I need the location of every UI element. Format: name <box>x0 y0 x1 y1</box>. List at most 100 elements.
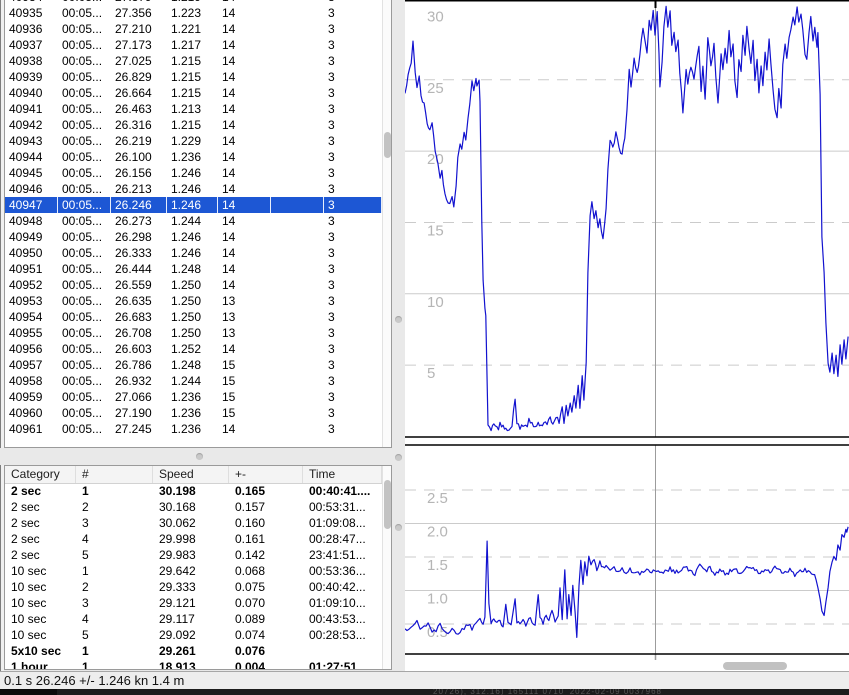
splitter-handle-icon[interactable] <box>395 316 402 323</box>
track-cell: 00:05... <box>58 421 111 437</box>
splitter-handle-icon[interactable] <box>395 454 402 461</box>
track-cell: 40957 <box>5 357 58 373</box>
track-row[interactable]: 4093600:05...27.2101.221143 <box>5 21 382 37</box>
results-cell: 00:53:36... <box>303 563 382 579</box>
track-cell <box>271 101 324 117</box>
results-cell: 18.913 <box>153 659 229 670</box>
results-header--[interactable]: # <box>76 466 153 483</box>
track-cell <box>271 261 324 277</box>
results-row[interactable]: 10 sec129.6420.06800:53:36... <box>5 563 382 579</box>
results-table-scrollbar-thumb[interactable] <box>384 480 391 529</box>
track-row[interactable]: 4094900:05...26.2981.246143 <box>5 229 382 245</box>
track-row[interactable]: 4094300:05...26.2191.229143 <box>5 133 382 149</box>
track-cell: 13 <box>218 309 271 325</box>
results-header-speed[interactable]: Speed <box>153 466 229 483</box>
track-row[interactable]: 4095000:05...26.3331.246143 <box>5 245 382 261</box>
results-row[interactable]: 10 sec429.1170.08900:43:53... <box>5 611 382 627</box>
track-cell: 00:05... <box>58 149 111 165</box>
track-row[interactable]: 4094000:05...26.6641.215143 <box>5 85 382 101</box>
track-cell: 27.025 <box>111 53 167 69</box>
track-row[interactable]: 4093700:05...27.1731.217143 <box>5 37 382 53</box>
track-row[interactable]: 4096000:05...27.1901.236153 <box>5 405 382 421</box>
results-header-time[interactable]: Time <box>303 466 382 483</box>
chart-horizontal-scrollbar-thumb[interactable] <box>723 662 787 670</box>
track-cell: 40943 <box>5 133 58 149</box>
results-cell: 2 sec <box>5 547 76 563</box>
error-chart[interactable]: 2.52.01.51.00.5 <box>405 444 849 671</box>
track-cell: 40952 <box>5 277 58 293</box>
results-cell: 2 sec <box>5 483 76 499</box>
track-row[interactable]: 4095400:05...26.6831.250133 <box>5 309 382 325</box>
vertical-splitter[interactable] <box>392 0 405 671</box>
track-cell: 14 <box>218 117 271 133</box>
track-row[interactable]: 4094600:05...26.2131.246143 <box>5 181 382 197</box>
track-row[interactable]: 4095100:05...26.4441.248143 <box>5 261 382 277</box>
track-row[interactable]: 4095300:05...26.6351.250133 <box>5 293 382 309</box>
track-row[interactable]: 4096100:05...27.2451.236143 <box>5 421 382 437</box>
track-row[interactable]: 4093500:05...27.3561.223143 <box>5 5 382 21</box>
track-cell: 14 <box>218 197 271 213</box>
track-row[interactable]: 4093800:05...27.0251.215143 <box>5 53 382 69</box>
track-points-table: 4093400:05...27.3791.2191434093500:05...… <box>4 0 392 448</box>
results-cell: 29.333 <box>153 579 229 595</box>
track-cell: 00:05... <box>58 341 111 357</box>
track-cell: 3 <box>324 5 382 21</box>
track-cell: 14 <box>218 133 271 149</box>
track-row[interactable]: 4095600:05...26.6031.252143 <box>5 341 382 357</box>
track-cell: 3 <box>324 229 382 245</box>
track-cell: 3 <box>324 149 382 165</box>
track-row[interactable]: 4094500:05...26.1561.246143 <box>5 165 382 181</box>
results-row[interactable]: 2 sec429.9980.16100:28:47... <box>5 531 382 547</box>
results-cell: 1 <box>76 643 153 659</box>
track-row[interactable]: 4094400:05...26.1001.236143 <box>5 149 382 165</box>
track-cell: 00:05... <box>58 261 111 277</box>
track-cell: 40944 <box>5 149 58 165</box>
results-header--[interactable]: +- <box>229 466 303 483</box>
speed-chart[interactable]: 30252015105 <box>405 0 849 444</box>
track-row[interactable]: 4093900:05...26.8291.215143 <box>5 69 382 85</box>
results-row[interactable]: 10 sec529.0920.07400:28:53... <box>5 627 382 643</box>
results-row[interactable]: 2 sec330.0620.16001:09:08... <box>5 515 382 531</box>
splitter-handle-icon[interactable] <box>196 453 203 460</box>
track-row-selected[interactable]: 4094700:05...26.2461.246143 <box>5 197 382 213</box>
track-cell <box>271 117 324 133</box>
track-row[interactable]: 4094100:05...26.4631.213143 <box>5 101 382 117</box>
track-row[interactable]: 4094200:05...26.3161.215143 <box>5 117 382 133</box>
results-row[interactable]: 10 sec329.1210.07001:09:10... <box>5 595 382 611</box>
track-cell: 27.066 <box>111 389 167 405</box>
track-cell: 26.213 <box>111 181 167 197</box>
results-row[interactable]: 1 hour118.9130.00401:27:51.... <box>5 659 382 670</box>
track-row[interactable]: 4094800:05...26.2731.244143 <box>5 213 382 229</box>
track-cell: 13 <box>218 325 271 341</box>
track-cell: 00:05... <box>58 213 111 229</box>
track-row[interactable]: 4095800:05...26.9321.244153 <box>5 373 382 389</box>
track-cell: 1.221 <box>167 21 218 37</box>
track-row[interactable]: 4095700:05...26.7861.248153 <box>5 357 382 373</box>
track-cell: 1.244 <box>167 213 218 229</box>
splitter-handle-icon[interactable] <box>395 524 402 531</box>
track-row[interactable]: 4095900:05...27.0661.236153 <box>5 389 382 405</box>
results-row[interactable]: 5x10 sec129.2610.076 <box>5 643 382 659</box>
track-cell: 27.210 <box>111 21 167 37</box>
track-cell: 00:05... <box>58 389 111 405</box>
results-row[interactable]: 2 sec130.1980.16500:40:41.... <box>5 483 382 499</box>
track-table-scrollbar-thumb[interactable] <box>384 132 391 158</box>
results-row[interactable]: 2 sec529.9830.14223:41:51... <box>5 547 382 563</box>
results-row[interactable]: 2 sec230.1680.15700:53:31... <box>5 499 382 515</box>
track-row[interactable]: 4095500:05...26.7081.250133 <box>5 325 382 341</box>
results-table-scrollbar[interactable] <box>382 466 391 669</box>
results-row[interactable]: 10 sec229.3330.07500:40:42... <box>5 579 382 595</box>
track-cell: 14 <box>218 341 271 357</box>
track-cell: 3 <box>324 213 382 229</box>
track-cell: 1.244 <box>167 373 218 389</box>
track-cell: 3 <box>324 261 382 277</box>
track-cell: 00:05... <box>58 37 111 53</box>
horizontal-splitter[interactable] <box>0 448 405 465</box>
track-row[interactable]: 4095200:05...26.5591.250143 <box>5 277 382 293</box>
track-cell: 00:05... <box>58 69 111 85</box>
results-header-category[interactable]: Category <box>5 466 76 483</box>
error-trace <box>405 527 848 638</box>
track-cell: 1.246 <box>167 197 218 213</box>
axis-tick-label: 15 <box>427 222 444 239</box>
track-table-scrollbar[interactable] <box>382 0 391 447</box>
